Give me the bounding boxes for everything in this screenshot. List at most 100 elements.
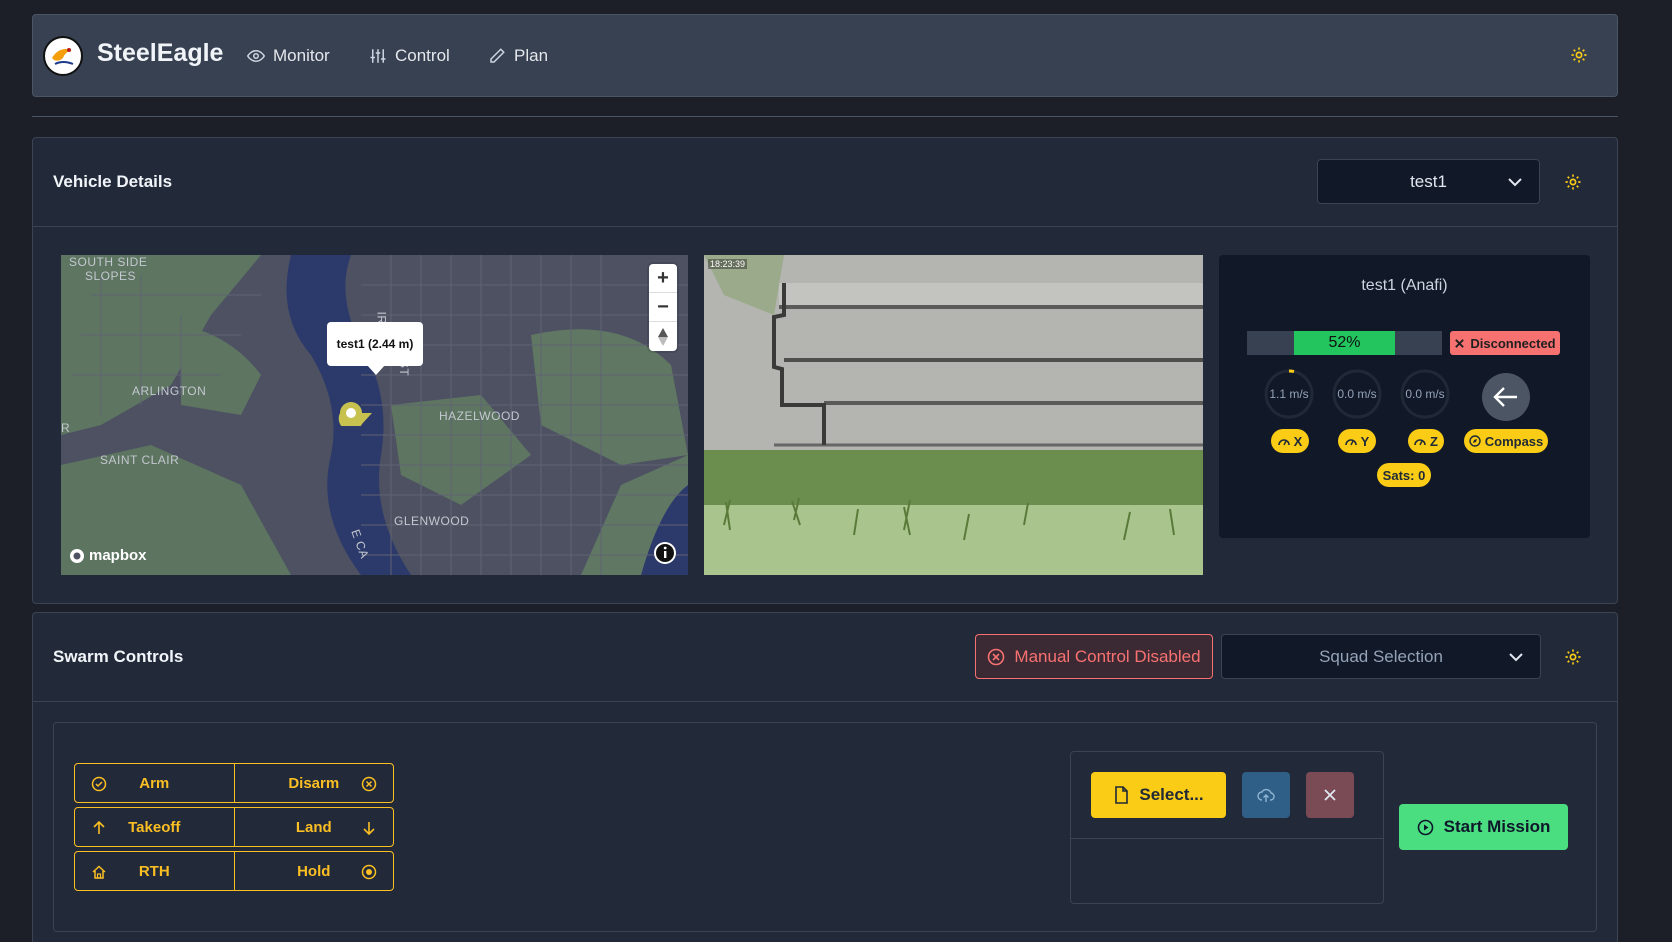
pencil-icon: [490, 48, 505, 63]
speedometer-icon: [1277, 439, 1290, 446]
takeoff-label: Takeoff: [128, 818, 181, 836]
arrow-left-icon: [1493, 387, 1517, 407]
vehicle-marker-popup: test1 (2.44 m): [327, 322, 423, 375]
start-mission-label: Start Mission: [1443, 817, 1551, 836]
mapbox-attribution[interactable]: mapbox: [69, 547, 147, 564]
upload-mission-button[interactable]: [1242, 772, 1290, 818]
connection-status-label: Disconnected: [1470, 335, 1556, 351]
badge-x: X: [1271, 429, 1309, 453]
x-icon: [1455, 338, 1465, 348]
vehicle-select[interactable]: test1: [1317, 159, 1540, 204]
land-button[interactable]: Land: [235, 808, 394, 846]
start-mission-button[interactable]: Start Mission: [1399, 804, 1568, 850]
mapbox-attribution-label: mapbox: [89, 547, 147, 564]
nav-monitor-label: Monitor: [273, 46, 330, 65]
rth-hold-group: RTH Hold: [74, 851, 394, 891]
chevron-down-icon: [1508, 177, 1522, 186]
nav-control[interactable]: Control: [369, 45, 450, 67]
nav-plan-label: Plan: [514, 46, 549, 65]
file-icon: [1115, 786, 1129, 804]
sliders-icon: [370, 49, 386, 63]
battery-bar: 52%: [1247, 331, 1442, 355]
rth-button[interactable]: RTH: [75, 852, 235, 890]
play-circle-icon: [1417, 819, 1433, 835]
disarm-button[interactable]: Disarm: [235, 764, 394, 802]
takeoff-button[interactable]: Takeoff: [75, 808, 235, 846]
arm-button[interactable]: Arm: [75, 764, 235, 802]
map-label-arlington: ARLINGTON: [132, 384, 207, 398]
map-label-slopes: SLOPES: [85, 269, 137, 283]
x-circle-icon: [361, 776, 377, 792]
map-label-south-side: SOUTH SIDE: [69, 255, 148, 269]
map-terrain: [61, 255, 688, 575]
nav-monitor[interactable]: Monitor: [247, 45, 330, 67]
swarm-controls-title: Swarm Controls: [53, 647, 184, 666]
hold-label: Hold: [297, 862, 331, 880]
vehicle-select-value: test1: [1410, 171, 1447, 191]
badge-z: Z: [1408, 429, 1444, 453]
takeoff-land-group: Takeoff Land: [74, 807, 394, 847]
squad-select[interactable]: Squad Selection: [1221, 634, 1541, 679]
north-arrow-icon: [658, 327, 668, 346]
manual-control-status-label: Manual Control Disabled: [1014, 646, 1201, 666]
speedometer-icon: [1344, 439, 1357, 446]
squad-select-placeholder: Squad Selection: [1319, 646, 1443, 666]
speed-x-value: 1.1 m/s: [1269, 387, 1309, 401]
eye-icon: [247, 49, 265, 63]
map-view[interactable]: SOUTH SIDE SLOPES ARLINGTON HAZELWOOD SA…: [61, 255, 688, 575]
zoom-in-button[interactable]: +: [649, 264, 677, 293]
map-label-glenwood: GLENWOOD: [394, 514, 470, 528]
land-label: Land: [295, 818, 332, 836]
badge-compass-label: Compass: [1484, 433, 1544, 449]
chevron-down-icon: [1509, 652, 1523, 661]
x-circle-icon: [988, 648, 1005, 665]
map-zoom-controls: + −: [649, 264, 677, 351]
vehicle-settings-gear-icon[interactable]: [1564, 173, 1582, 191]
vehicle-marker-icon[interactable]: [338, 400, 374, 426]
steeleagle-logo[interactable]: [43, 36, 83, 76]
vehicle-details-title: Vehicle Details: [53, 172, 173, 191]
map-label-edge: r: [61, 421, 71, 435]
badge-y: Y: [1338, 429, 1376, 453]
camera-frame: [704, 255, 1203, 575]
compass-icon: [1469, 435, 1481, 447]
speed-z-value: 0.0 m/s: [1405, 387, 1445, 401]
camera-feed[interactable]: 18:23:39: [704, 255, 1203, 575]
speed-y-value: 0.0 m/s: [1337, 387, 1377, 401]
badge-z-label: Z: [1430, 433, 1438, 449]
info-icon[interactable]: [653, 541, 677, 565]
nav-control-label: Control: [395, 46, 450, 65]
speed-y-gauge: 0.0 m/s: [1331, 368, 1383, 420]
arm-disarm-group: Arm Disarm: [74, 763, 394, 803]
header-divider: [32, 116, 1618, 117]
swarm-settings-gear-icon[interactable]: [1564, 648, 1582, 666]
select-mission-label: Select...: [1139, 785, 1204, 804]
telemetry-panel: test1 (Anafi) 52% Disconnected 1.1 m/s 0…: [1219, 255, 1590, 538]
map-label-saint-clair: SAINT CLAIR: [100, 453, 180, 467]
compass-reset-button[interactable]: [649, 322, 677, 351]
gear-icon[interactable]: [1570, 46, 1588, 64]
speed-x-gauge: 1.1 m/s: [1263, 368, 1315, 420]
mission-file-divider: [1071, 838, 1383, 839]
arrow-down-icon: [363, 822, 375, 836]
badge-y-label: Y: [1360, 433, 1370, 449]
select-mission-button[interactable]: Select...: [1091, 772, 1226, 818]
speedometer-icon: [1414, 439, 1426, 446]
compass-heading-dial: [1482, 373, 1530, 421]
nav-plan[interactable]: Plan: [488, 45, 548, 67]
clear-mission-button[interactable]: [1306, 772, 1354, 818]
camera-timestamp: 18:23:39: [708, 259, 748, 269]
map-label-hazelwood: HAZELWOOD: [439, 409, 520, 423]
home-icon: [92, 865, 106, 879]
hold-button[interactable]: Hold: [235, 852, 394, 890]
zoom-out-button[interactable]: −: [649, 293, 677, 322]
vehicle-card-divider: [33, 226, 1617, 227]
speed-z-gauge: 0.0 m/s: [1399, 368, 1451, 420]
connection-status-badge: Disconnected: [1450, 331, 1560, 355]
sats-badge: Sats: 0: [1377, 463, 1431, 487]
arm-label: Arm: [139, 774, 170, 792]
battery-label: 52%: [1328, 334, 1361, 351]
brand-title[interactable]: SteelEagle: [97, 39, 223, 68]
swarm-card-divider: [33, 701, 1617, 702]
stop-circle-icon: [361, 864, 377, 880]
